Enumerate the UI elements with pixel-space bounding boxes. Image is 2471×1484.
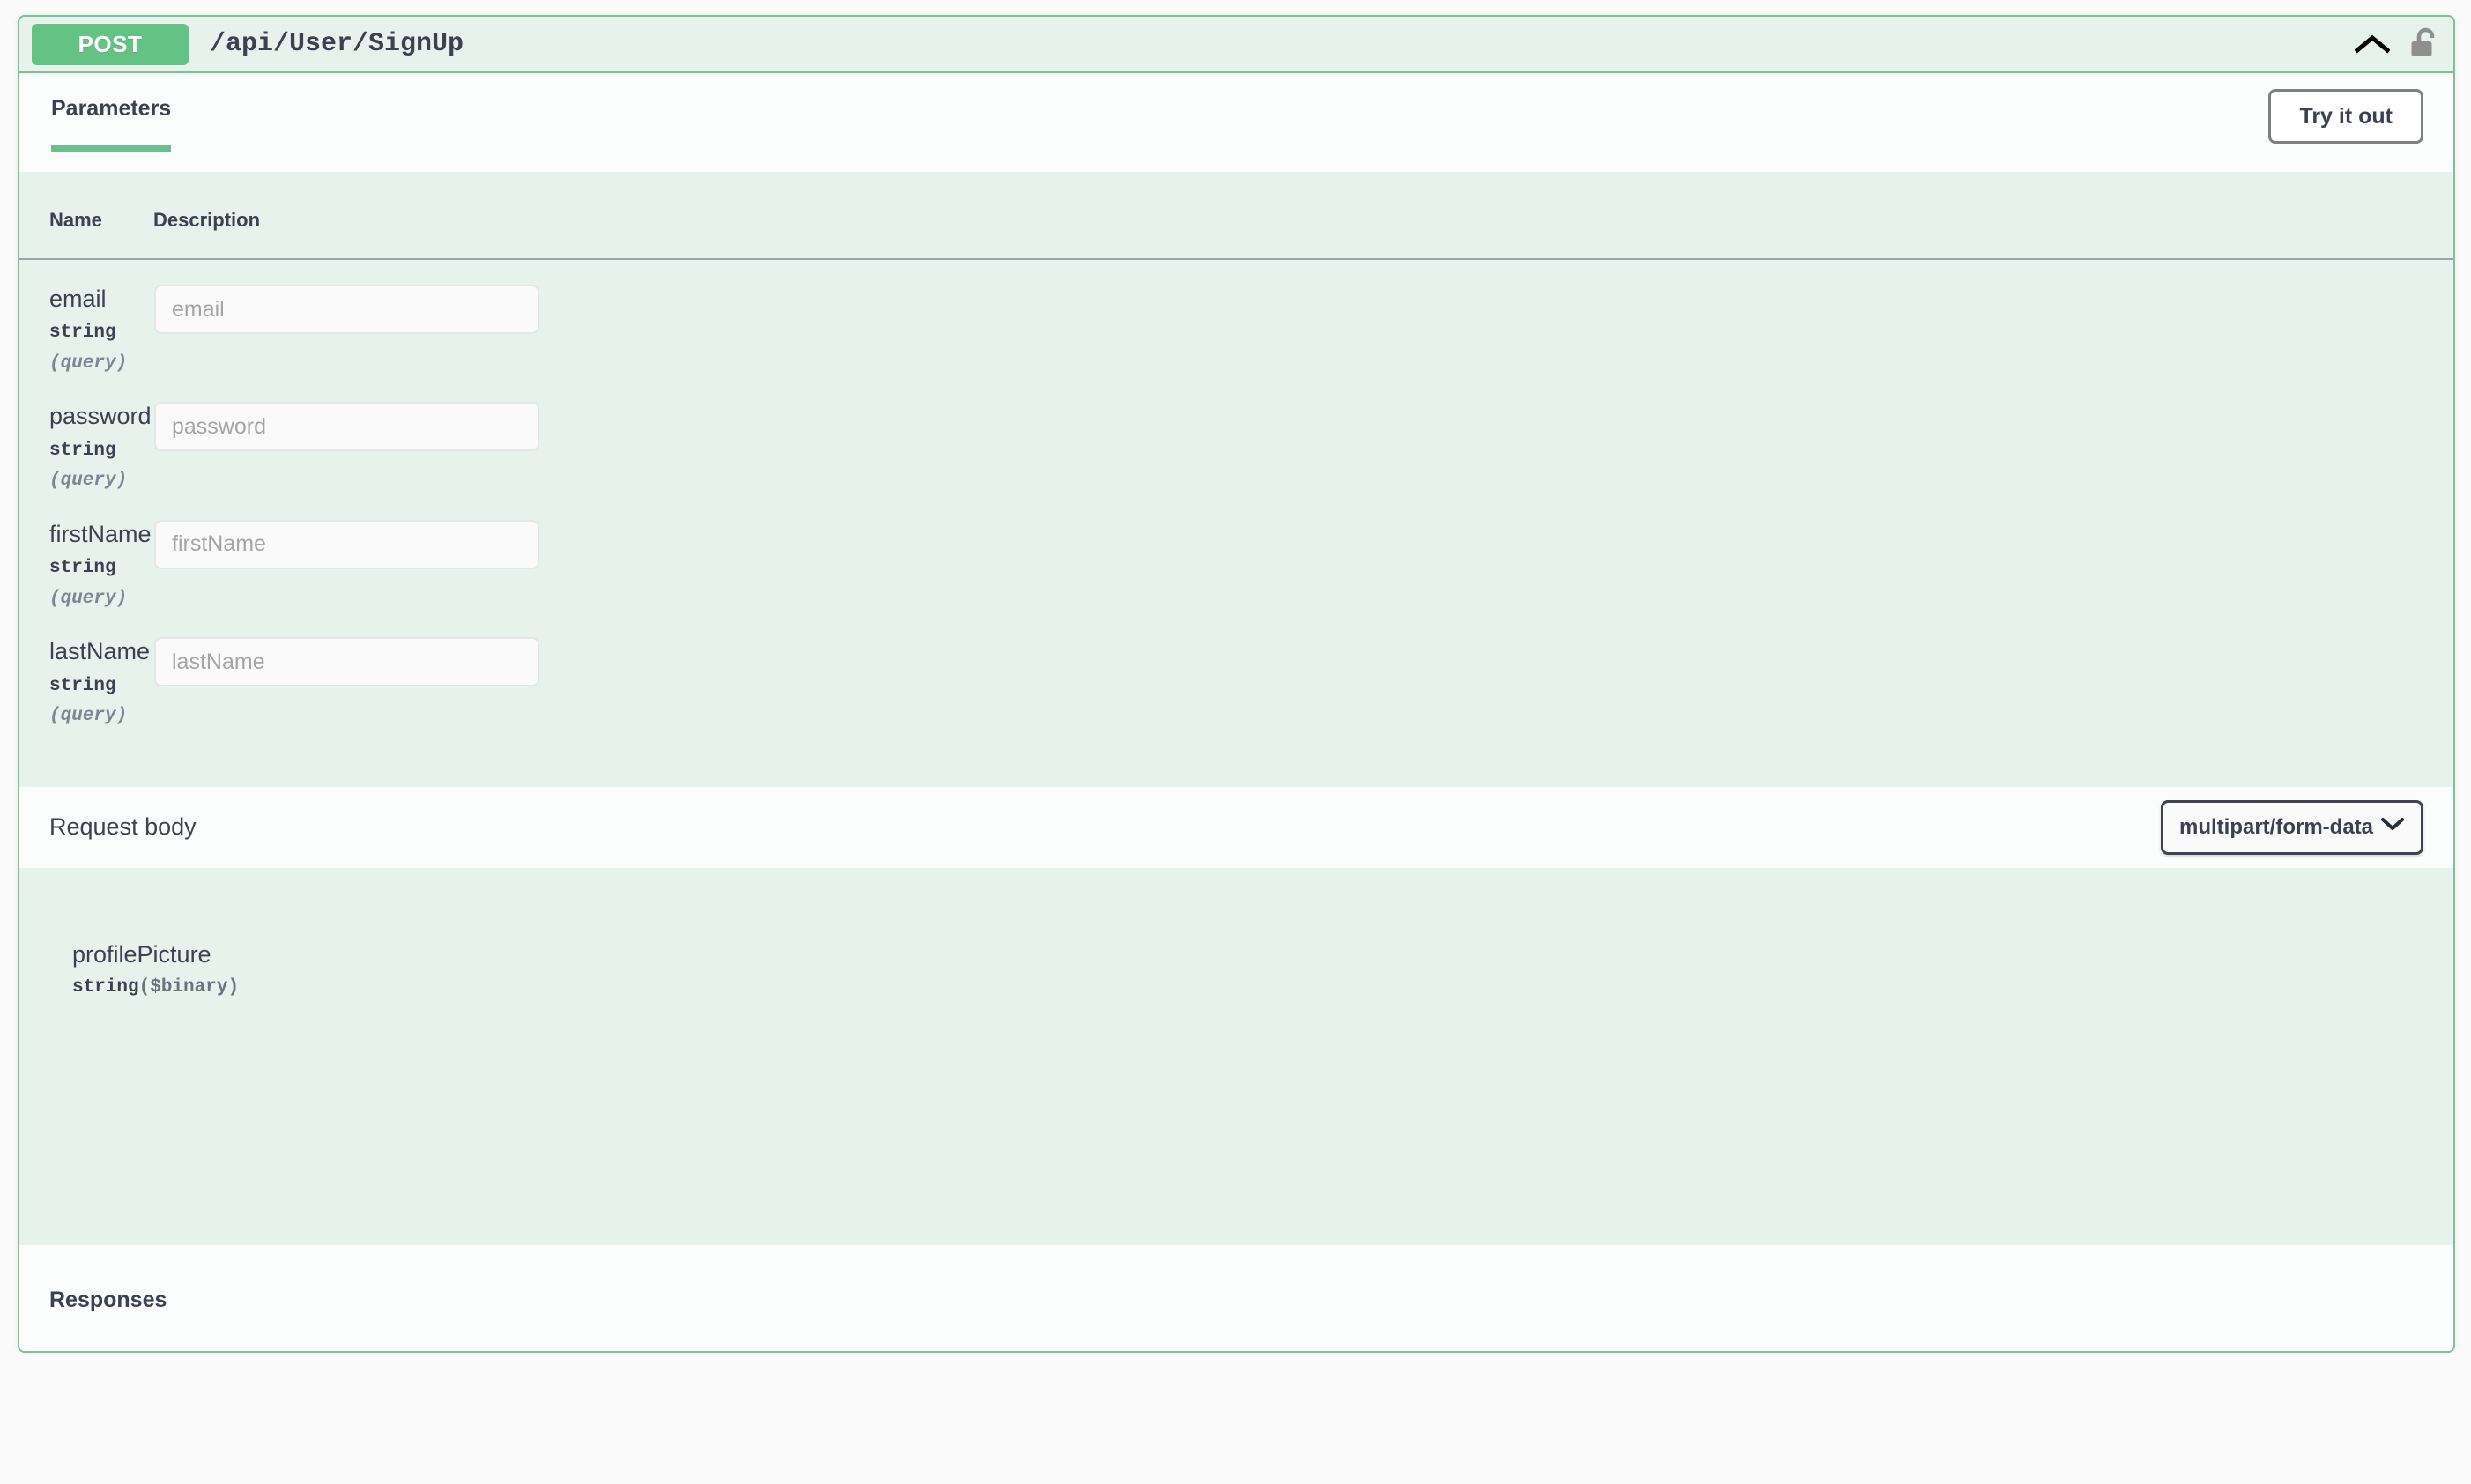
- authorization-button[interactable]: [2409, 26, 2439, 62]
- email-input[interactable]: [154, 285, 539, 334]
- parameter-location: (query): [49, 471, 128, 492]
- firstname-input[interactable]: [154, 519, 539, 569]
- parameters-section: Name Description email string (query) em…: [19, 172, 2453, 787]
- try-it-out-button[interactable]: Try it out: [2268, 89, 2423, 144]
- table-row: lastName string (query): [19, 612, 2453, 730]
- parameter-meta-cell: firstName string (query): [19, 495, 153, 612]
- request-body-content: profilePicture string($binary): [19, 867, 2453, 1245]
- content-type-select[interactable]: multipart/form-data: [2161, 799, 2423, 855]
- parameters-bottom-spacer: [19, 731, 2453, 787]
- table-header-row: Name Description: [19, 209, 2453, 260]
- parameters-table: Name Description email string (query) em…: [19, 209, 2453, 731]
- column-header-description: Description: [153, 209, 2453, 260]
- responses-title: Responses: [49, 1287, 167, 1312]
- http-method-badge: POST: [32, 23, 189, 65]
- table-row: password string (query): [19, 377, 2453, 494]
- parameter-input-cell: [153, 377, 2453, 494]
- request-body-label: Request body: [49, 813, 197, 841]
- collapse-operation-button[interactable]: [2355, 33, 2390, 56]
- column-header-name: Name: [19, 209, 153, 260]
- chevron-up-icon: [2355, 34, 2390, 54]
- parameters-table-body: email string (query) password string (qu…: [19, 259, 2453, 731]
- responses-section: Responses: [19, 1244, 2453, 1351]
- parameter-type: string: [49, 323, 116, 344]
- parameter-meta-cell: password string (query): [19, 377, 153, 494]
- operation-summary-header[interactable]: POST /api/User/SignUp: [19, 17, 2453, 73]
- unlocked-padlock-icon: [2411, 27, 2435, 56]
- parameter-location: (query): [49, 352, 128, 374]
- parameter-type: string: [49, 558, 116, 579]
- request-body-strip: Request body multipart/form-data: [19, 786, 2453, 868]
- parameter-meta-cell: email string (query): [19, 259, 153, 377]
- table-row: firstName string (query): [19, 495, 2453, 612]
- parameter-name: firstName: [49, 520, 152, 547]
- parameter-name: lastName: [49, 638, 151, 665]
- tab-parameters[interactable]: Parameters: [51, 96, 176, 152]
- body-property-format: ($binary): [138, 977, 240, 998]
- parameter-type: string: [49, 675, 116, 696]
- operation-path: /api/User/SignUp: [210, 29, 464, 59]
- parameter-input-cell: [153, 259, 2453, 377]
- tab-list: Parameters: [51, 73, 176, 172]
- parameter-name: email: [49, 286, 107, 312]
- parameter-location: (query): [49, 588, 128, 609]
- parameter-type: string: [49, 440, 116, 461]
- parameter-location: (query): [49, 706, 128, 727]
- parameter-input-cell: [153, 495, 2453, 612]
- parameter-name: password: [49, 403, 152, 430]
- parameter-input-cell: [153, 612, 2453, 730]
- operation-block: POST /api/User/SignUp Parameters Try it …: [18, 15, 2455, 1353]
- parameter-meta-cell: lastName string (query): [19, 612, 153, 730]
- password-input[interactable]: [154, 402, 539, 452]
- operation-tabs-strip: Parameters Try it out: [19, 73, 2453, 172]
- body-property-type-text: string: [72, 977, 139, 998]
- table-row: email string (query): [19, 259, 2453, 377]
- body-property-type: string($binary): [72, 977, 2453, 998]
- parameters-table-head: Name Description: [19, 209, 2453, 260]
- lastname-input[interactable]: [154, 637, 539, 687]
- body-property-name: profilePicture: [72, 940, 211, 968]
